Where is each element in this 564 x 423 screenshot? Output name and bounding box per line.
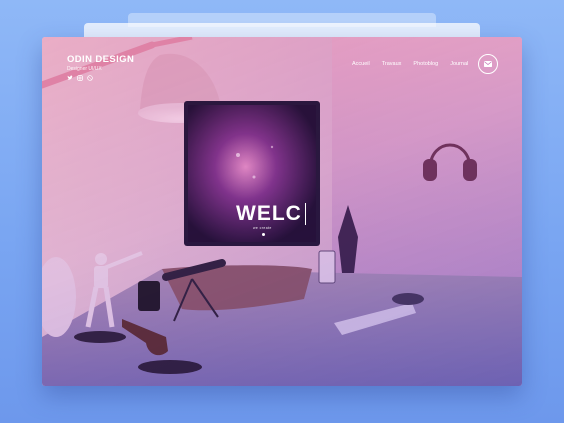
scroll-indicator[interactable] [262,233,265,236]
social-links [67,75,134,81]
instagram-icon[interactable] [77,75,83,81]
nav-item-journal[interactable]: Journal [450,61,468,67]
nav-item-accueil[interactable]: Accueil [352,61,370,67]
nav-item-photoblog[interactable]: Photoblog [413,61,438,67]
hero-heading: WELC [236,202,307,226]
brand-subtitle: Designer UI/UX [67,66,102,72]
main-nav: Accueil Travaux Photoblog Journal [352,61,468,67]
brand[interactable]: ODIN DESIGN Designer UI/UX [67,54,134,81]
mail-icon [484,61,492,67]
brand-title: ODIN DESIGN [67,54,135,65]
hero-title: WELC [236,202,302,225]
dribbble-icon[interactable] [87,75,93,81]
twitter-icon[interactable] [67,75,73,81]
website-window: ODIN DESIGN Designer UI/UX Accueil Trava… [42,37,522,386]
typing-caret [304,203,307,225]
contact-button[interactable] [478,54,498,74]
hero-subtitle: we create [253,226,272,230]
nav-item-travaux[interactable]: Travaux [382,61,402,67]
